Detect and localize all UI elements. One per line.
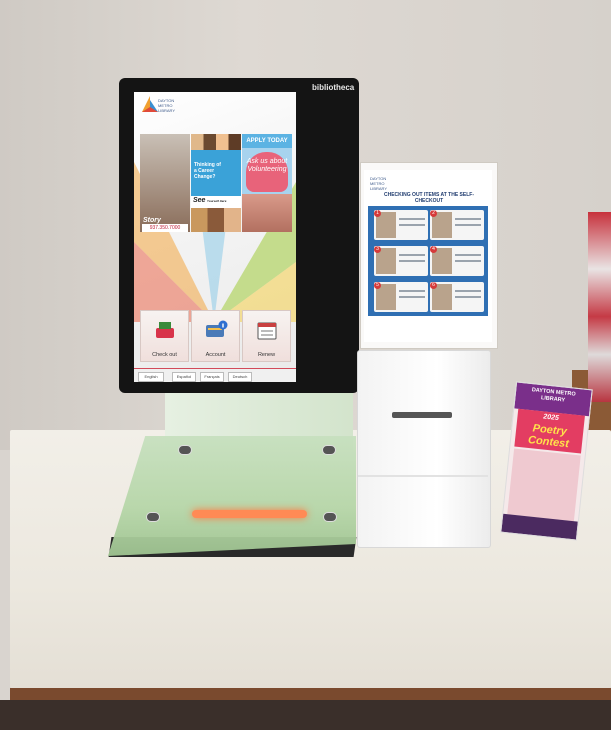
poster-step: 1 xyxy=(374,210,428,240)
poster-steps-panel: 1 2 3 4 5 6 xyxy=(368,206,488,316)
step-text-line xyxy=(399,290,425,292)
account-button[interactable]: Account xyxy=(191,310,240,362)
calendar-icon xyxy=(257,322,277,340)
apply-today-label: APPLY TODAY xyxy=(242,134,292,148)
info-card-icon xyxy=(206,320,228,337)
screw-icon xyxy=(322,445,336,455)
hands-photo xyxy=(242,194,292,232)
poster-step: 6 xyxy=(430,282,484,312)
step-text-line xyxy=(455,260,481,262)
library-name-line: LIBRARY xyxy=(158,108,176,113)
step-number: 1 xyxy=(374,210,381,217)
poster-step: 5 xyxy=(374,282,428,312)
story-tile[interactable]: Story 937.350.7000 xyxy=(140,134,190,232)
step-number: 2 xyxy=(430,210,437,217)
kiosk-screen[interactable]: DAYTON METRO LIBRARY Story 937.350.7000 … xyxy=(134,92,296,382)
brochures xyxy=(588,212,611,402)
check-out-label: Check out xyxy=(152,352,177,358)
poster-logo: DAYTON METRO LIBRARY xyxy=(370,176,410,191)
step-text-line xyxy=(399,254,425,256)
language-option[interactable]: English xyxy=(138,372,164,382)
step-text-line xyxy=(455,254,481,256)
step-number: 5 xyxy=(374,282,381,289)
step-text-line xyxy=(399,296,425,298)
poster-step: 3 xyxy=(374,246,428,276)
story-phone: 937.350.7000 xyxy=(142,224,188,232)
language-option[interactable]: Deutsch xyxy=(228,372,252,382)
rfid-reading-pad[interactable] xyxy=(108,436,356,556)
volunteer-tile[interactable]: APPLY TODAY Ask us about Volunteering xyxy=(242,134,292,232)
poetry-contest-flyer: DAYTON METRO LIBRARY 2025 Poetry Contest xyxy=(500,381,593,541)
language-option[interactable]: Français xyxy=(200,372,224,382)
step-text-line xyxy=(455,224,481,226)
flyer-body xyxy=(507,448,581,522)
library-logo-icon xyxy=(142,96,158,112)
see-label: See xyxy=(193,197,206,204)
see-sub: Yourself Here xyxy=(207,199,227,203)
basket-icon xyxy=(156,322,174,338)
language-option[interactable]: Español xyxy=(172,372,196,382)
floor xyxy=(0,700,611,730)
account-label: Account xyxy=(205,352,226,358)
poster-step: 2 xyxy=(430,210,484,240)
poster-step: 4 xyxy=(430,246,484,276)
step-text-line xyxy=(399,224,425,226)
staff-photos xyxy=(191,208,241,232)
flyer-title: 2025 Poetry Contest xyxy=(514,408,585,454)
screw-icon xyxy=(146,512,160,522)
receipt-slot[interactable] xyxy=(392,412,452,418)
renew-label: Renew xyxy=(257,352,276,358)
poster-footer xyxy=(368,320,488,336)
brand-label: bibliotheca xyxy=(312,83,355,92)
receipt-printer xyxy=(357,350,491,548)
step-number: 3 xyxy=(374,246,381,253)
printer-seam xyxy=(358,475,488,477)
poster-title: CHECKING OUT ITEMS AT THE SELF-CHECKOUT xyxy=(384,192,474,204)
table-edge xyxy=(10,688,611,700)
screw-icon xyxy=(178,445,192,455)
check-out-button[interactable]: Check out xyxy=(140,310,189,362)
step-text-line xyxy=(455,296,481,298)
step-text-line xyxy=(399,218,425,220)
volunteer-heart: Ask us about Volunteering xyxy=(246,152,288,192)
step-number: 6 xyxy=(430,282,437,289)
screw-icon xyxy=(323,512,337,522)
instruction-poster: DAYTON METRO LIBRARY CHECKING OUT ITEMS … xyxy=(364,170,492,342)
see-yourself-banner: See Yourself Here xyxy=(191,196,241,232)
library-name: DAYTON METRO LIBRARY xyxy=(158,98,188,113)
renew-button[interactable]: Renew xyxy=(242,310,291,362)
step-text-line xyxy=(399,260,425,262)
career-tile[interactable]: Thinking of a Career Change? See Yoursel… xyxy=(191,134,241,232)
story-label: Story xyxy=(143,217,161,224)
step-number: 4 xyxy=(430,246,437,253)
career-text: Thinking of a Career Change? xyxy=(194,162,221,180)
pad-indicator-light xyxy=(192,510,307,518)
career-photos xyxy=(191,134,241,150)
step-text-line xyxy=(455,218,481,220)
poster-logo-line: LIBRARY xyxy=(370,186,388,191)
language-bar: English Español Français Deutsch xyxy=(134,368,296,382)
step-text-line xyxy=(455,290,481,292)
